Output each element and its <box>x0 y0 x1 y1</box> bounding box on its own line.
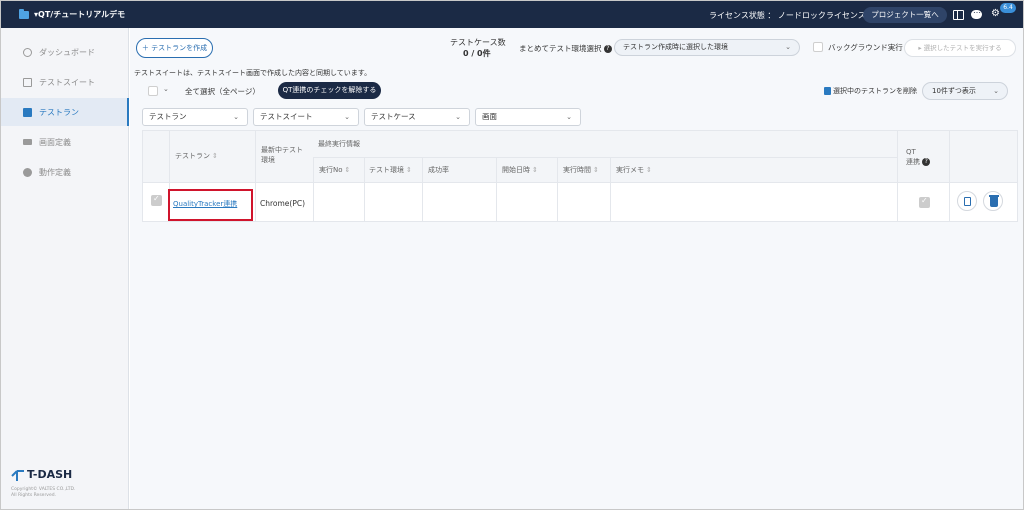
qt-link-checkbox[interactable] <box>919 196 930 208</box>
help-icon[interactable]: ? <box>922 158 931 166</box>
sidebar-item-test-suite[interactable]: テストスイート <box>1 68 129 96</box>
qt-uncheck-button[interactable]: QT連携のチェックを解除する <box>278 82 381 99</box>
per-page-select[interactable]: 10件ずつ表示 ⌄ <box>922 82 1008 100</box>
top-bar: ▾QT/チュートリアルデモ ライセンス状態 ： ノードロックライセンス プロジェ… <box>1 1 1023 28</box>
filter-screen[interactable]: 画面 ⌄ <box>475 108 581 126</box>
col-header-start-datetime[interactable]: 開始日時 ⇕ <box>502 165 538 175</box>
select-all-checkbox[interactable] <box>148 86 158 96</box>
background-run-checkbox[interactable] <box>813 42 823 52</box>
screen-icon <box>23 139 32 145</box>
chevron-down-icon[interactable]: ⌄ <box>163 85 169 93</box>
selection-toolbar: ⌄ 全て選択（全ページ） QT連携のチェックを解除する 選択中のテストランを削除… <box>142 80 1018 104</box>
chevron-down-icon: ⌄ <box>455 113 461 121</box>
sidebar-item-action-definition[interactable]: 動作定義 <box>1 158 129 186</box>
filter-test-run[interactable]: テストラン ⌄ <box>142 108 248 126</box>
logo: T-DASH <box>27 468 73 481</box>
tdash-logo-icon <box>11 470 24 481</box>
version-badge: 6.4 <box>1000 3 1016 13</box>
project-list-button[interactable]: プロジェクト一覧へ <box>863 7 947 23</box>
case-count-value: 0 / 0件 <box>463 49 491 58</box>
env-select-label: まとめてテスト環境選択 ? <box>519 43 612 54</box>
suite-icon <box>23 78 32 87</box>
col-header-success-rate: 成功率 <box>428 166 449 174</box>
run-icon <box>23 108 32 117</box>
chevron-down-icon: ⌄ <box>344 113 350 121</box>
delete-selected-button[interactable]: 選択中のテストランを削除 <box>824 86 917 96</box>
sidebar-item-dashboard[interactable]: ダッシュボード <box>1 38 129 66</box>
main-content: ＋ テストランを作成 テストケース数 0 / 0件 まとめてテスト環境選択 ? … <box>130 28 1023 509</box>
chevron-down-icon: ⌄ <box>566 113 572 121</box>
copy-icon <box>964 197 971 206</box>
copy-button[interactable] <box>957 191 977 211</box>
col-header-last-run-info: 最終実行情報 <box>318 140 360 148</box>
col-header-run-memo[interactable]: 実行メモ ⇕ <box>616 165 652 175</box>
col-header-test-run[interactable]: テストラン ⇕ <box>175 151 218 161</box>
action-icon <box>23 168 32 177</box>
test-run-table: テストラン ⇕ 最新中テスト 環境 最終実行情報 実行No ⇕ テスト環境 ⇕ 成功率 … <box>142 130 1018 222</box>
delete-button[interactable] <box>983 191 1003 211</box>
col-header-run-no[interactable]: 実行No ⇕ <box>319 165 350 175</box>
sidebar-item-label: テストスイート <box>39 78 95 87</box>
environment-cell: Chrome(PC) <box>260 199 306 208</box>
sidebar-item-screen-definition[interactable]: 画面定義 <box>1 128 129 156</box>
case-count-label: テストケース数 <box>450 38 506 47</box>
license-status: ライセンス状態 ： ノードロックライセンス <box>709 11 866 20</box>
filter-test-case[interactable]: テストケース ⌄ <box>364 108 470 126</box>
col-header-run-time[interactable]: 実行時間 ⇕ <box>563 165 599 175</box>
trash-icon <box>989 195 999 207</box>
sidebar-item-label: 画面定義 <box>39 138 71 147</box>
clock-icon <box>23 48 32 57</box>
help-icon[interactable]: ? <box>603 45 612 53</box>
env-select[interactable]: テストラン作成時に選択した環境 ⌄ <box>614 39 800 56</box>
sidebar: ダッシュボード テストスイート テストラン 画面定義 動作定義 T-DASH C… <box>1 28 129 509</box>
chevron-down-icon: ⌄ <box>233 113 239 121</box>
sidebar-item-label: テストラン <box>39 108 79 117</box>
folder-icon <box>19 9 29 19</box>
book-icon[interactable] <box>953 10 964 20</box>
select-all-label[interactable]: 全て選択（全ページ） <box>185 86 260 97</box>
trash-icon <box>824 87 831 95</box>
row-checkbox[interactable] <box>151 194 162 206</box>
chevron-down-icon: ⌄ <box>993 87 999 95</box>
project-selector[interactable]: ▾QT/チュートリアルデモ <box>34 9 125 20</box>
filter-test-suite[interactable]: テストスイート ⌄ <box>253 108 359 126</box>
col-header-env: 最新中テスト 環境 <box>261 146 303 164</box>
sidebar-item-label: ダッシュボード <box>39 48 95 57</box>
copyright: Copyright© VALTES CO.,LTD. All Rights Re… <box>11 487 76 498</box>
create-test-run-button[interactable]: ＋ テストランを作成 <box>136 38 213 58</box>
background-run-label: バックグラウンド実行 <box>828 43 903 52</box>
sidebar-item-label: 動作定義 <box>39 168 71 177</box>
highlight-box <box>168 189 253 221</box>
col-header-test-env[interactable]: テスト環境 ⇕ <box>369 165 412 175</box>
chat-icon[interactable] <box>971 6 982 19</box>
sync-notice: テストスイートは、テストスイート画面で作成した内容と同期しています。 <box>134 69 372 77</box>
col-header-qt-link: QT 連携 ? <box>906 147 931 167</box>
sidebar-item-test-run[interactable]: テストラン <box>1 98 129 126</box>
chevron-down-icon: ⌄ <box>785 43 791 51</box>
run-selected-button[interactable]: ▸ 選択したテストを実行する <box>904 39 1016 57</box>
